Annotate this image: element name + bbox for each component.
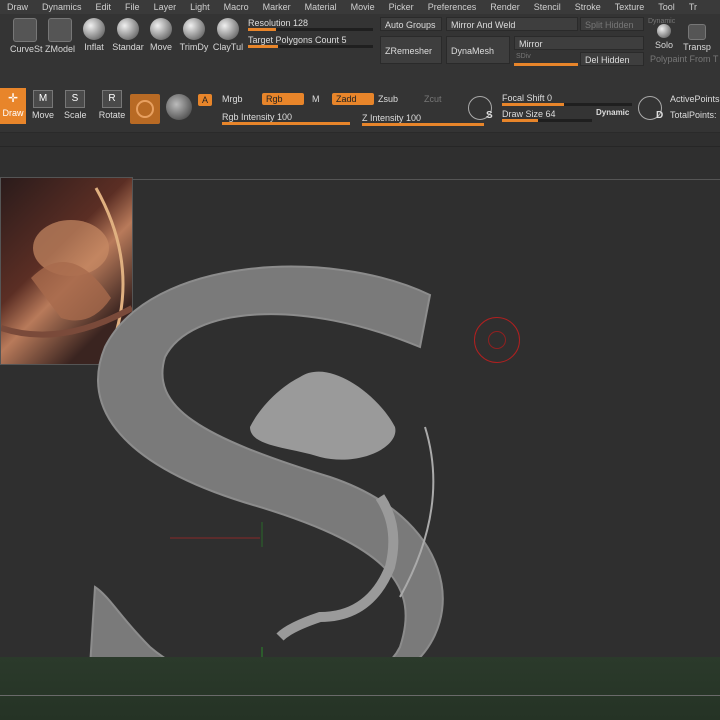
s-label: S — [486, 110, 493, 121]
menu-item-marker[interactable]: Marker — [256, 0, 298, 14]
resolution-slider[interactable]: Resolution 128 — [248, 17, 373, 31]
sculpt-model — [88, 265, 444, 702]
sphere-icon — [83, 18, 105, 40]
auto-groups-button[interactable]: Auto Groups — [380, 17, 442, 31]
brush-cursor-inner — [488, 331, 506, 349]
transp-button[interactable]: Transp — [682, 24, 712, 52]
split-hidden-button[interactable]: Split Hidden — [580, 17, 644, 31]
material-swatch-button[interactable] — [130, 94, 160, 124]
menu-item-stencil[interactable]: Stencil — [527, 0, 568, 14]
target-polygons-slider[interactable]: Target Polygons Count 5 — [248, 34, 373, 48]
rotate-mode-button[interactable]: R Rotate — [98, 90, 126, 120]
scale-mode-button[interactable]: S Scale — [64, 90, 87, 120]
zmodel-brush-button[interactable]: ZModel — [44, 18, 76, 54]
active-points-label: ActivePoints — [670, 94, 720, 104]
mrgb-button[interactable]: Mrgb — [222, 94, 243, 104]
viewport-canvas[interactable] — [0, 147, 720, 720]
total-points-label: TotalPoints: — [670, 110, 717, 120]
scale-icon: S — [65, 90, 85, 108]
menu-bar: Draw Dynamics Edit File Layer Light Macro Marke… — [0, 0, 720, 14]
material-preview-button[interactable] — [166, 94, 192, 120]
menu-item-dynamics[interactable]: Dynamics — [35, 0, 89, 14]
a-toggle[interactable]: A — [198, 94, 213, 106]
sphere-icon — [183, 18, 205, 40]
d-label: D — [656, 110, 664, 121]
draw-shelf: ✛ Draw M Move S Scale R Rotate A Mrgb Rgb M… — [0, 84, 720, 133]
zsub-button[interactable]: Zsub — [378, 94, 398, 104]
del-hidden-button[interactable]: Del Hidden — [580, 52, 644, 66]
move-icon: M — [33, 90, 53, 108]
z-intensity-slider[interactable]: Z Intensity 100 — [362, 112, 484, 126]
curve-brush-button[interactable]: CurveSt — [10, 18, 43, 54]
sphere-icon — [117, 18, 139, 40]
standard-brush-button[interactable]: Standar — [112, 18, 144, 52]
menu-item-render[interactable]: Render — [483, 0, 527, 14]
top-shelf: CurveSt ZModel Inflat Standar Move TrimD… — [0, 14, 720, 84]
polypaint-from-texture-button[interactable]: Polypaint From T — [650, 54, 718, 64]
menu-item-tr[interactable]: Tr — [682, 0, 704, 14]
sphere-icon — [150, 18, 172, 40]
mirror-button[interactable]: Mirror — [514, 36, 644, 50]
menu-item-picker[interactable]: Picker — [382, 0, 421, 14]
menu-item-preferences[interactable]: Preferences — [421, 0, 484, 14]
menu-item-edit[interactable]: Edit — [89, 0, 119, 14]
mirror-and-weld-button[interactable]: Mirror And Weld — [446, 17, 578, 31]
inflate-brush-button[interactable]: Inflat — [82, 18, 106, 52]
crosshair-icon: ✛ — [7, 91, 19, 105]
draw-size-slider[interactable]: Draw Size 64 — [502, 108, 592, 122]
menu-item-draw[interactable]: Draw — [0, 0, 35, 14]
transparency-icon — [688, 24, 706, 40]
floor-line — [0, 695, 720, 696]
floor-grid — [0, 657, 720, 720]
menu-item-movie[interactable]: Movie — [344, 0, 382, 14]
claytubes-brush-button[interactable]: ClayTul — [212, 18, 244, 52]
dynamic-toggle[interactable]: Dynamic — [596, 108, 629, 117]
material-sphere-icon — [136, 100, 154, 118]
menu-item-material[interactable]: Material — [298, 0, 344, 14]
curve-icon — [13, 18, 37, 42]
rgb-button[interactable]: Rgb — [262, 93, 304, 105]
rotate-icon: R — [102, 90, 122, 108]
menu-item-tool[interactable]: Tool — [651, 0, 682, 14]
zadd-button[interactable]: Zadd — [332, 93, 374, 105]
solo-button[interactable]: Solo — [652, 24, 676, 50]
sdiv-slider[interactable] — [514, 52, 578, 66]
m-button[interactable]: M — [312, 94, 320, 104]
zremesher-button[interactable]: ZRemesher — [380, 36, 442, 64]
brush-cursor — [474, 317, 520, 363]
menu-item-layer[interactable]: Layer — [147, 0, 184, 14]
move-brush-button[interactable]: Move — [148, 18, 174, 52]
rgb-intensity-slider[interactable]: Rgb Intensity 100 — [222, 111, 350, 125]
menu-item-light[interactable]: Light — [183, 0, 217, 14]
move-mode-button[interactable]: M Move — [32, 90, 54, 120]
zcut-button[interactable]: Zcut — [424, 94, 442, 104]
sphere-icon — [217, 18, 239, 40]
trimdynamic-brush-button[interactable]: TrimDy — [178, 18, 210, 52]
menu-item-stroke[interactable]: Stroke — [568, 0, 608, 14]
dynamesh-button[interactable]: DynaMesh — [446, 36, 510, 64]
menu-item-macro[interactable]: Macro — [217, 0, 256, 14]
solo-icon — [657, 24, 671, 38]
draw-mode-button[interactable]: ✛ Draw — [0, 88, 26, 124]
menu-item-texture[interactable]: Texture — [608, 0, 652, 14]
menu-item-file[interactable]: File — [118, 0, 147, 14]
cube-icon — [48, 18, 72, 42]
focal-shift-slider[interactable]: Focal Shift 0 — [502, 92, 632, 106]
